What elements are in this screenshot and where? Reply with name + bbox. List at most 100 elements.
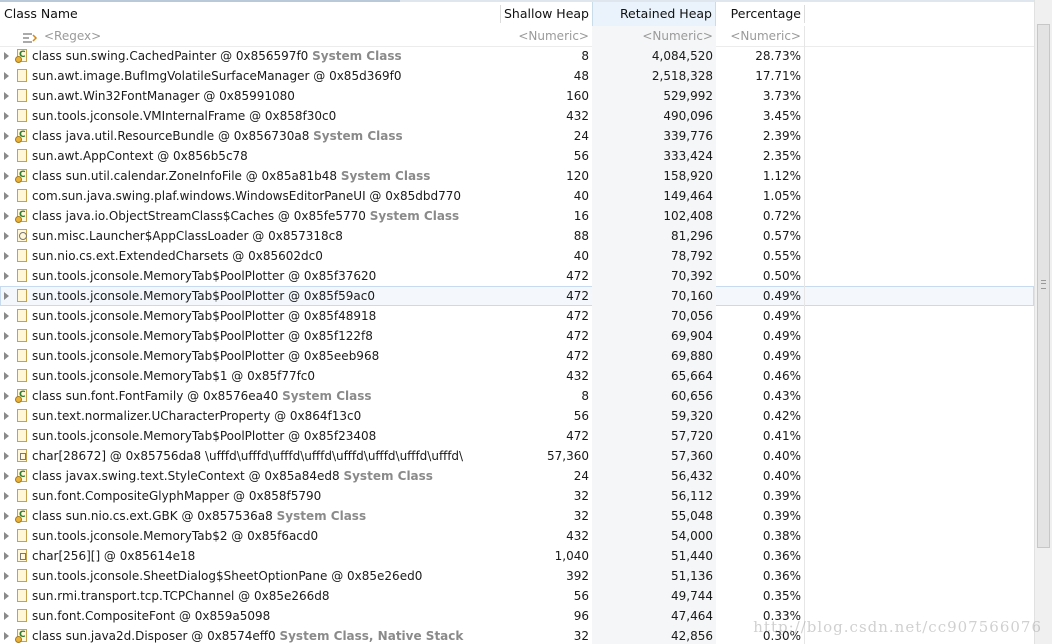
- expand-arrow-icon[interactable]: [4, 211, 9, 220]
- expand-arrow-icon[interactable]: [4, 531, 9, 540]
- filter-percentage-input[interactable]: <Numeric>: [716, 26, 804, 46]
- expand-arrow-icon[interactable]: [4, 471, 9, 480]
- table-header: Class Name Shallow Heap Retained Heap Pe…: [0, 2, 1034, 27]
- retained-heap-cell: 49,744: [592, 586, 716, 606]
- class-name-text: class sun.font.FontFamily @ 0x8576ea40: [32, 389, 279, 403]
- shallow-heap-cell: 472: [566, 329, 589, 343]
- retained-heap-cell: 78,792: [592, 246, 716, 266]
- table-row[interactable]: sun.tools.jconsole.MemoryTab$1 @ 0x85f77…: [0, 366, 1034, 386]
- shallow-heap-cell: 16: [573, 209, 589, 223]
- retained-heap-cell: 54,000: [592, 526, 716, 546]
- column-header-percentage[interactable]: Percentage: [716, 2, 804, 26]
- table-row[interactable]: sun.font.CompositeGlyphMapper @ 0x858f57…: [0, 486, 1034, 506]
- table-row[interactable]: class sun.util.calendar.ZoneInfoFile @ 0…: [0, 166, 1034, 186]
- shallow-heap-cell: 57,360: [547, 449, 589, 463]
- class-name-text: sun.tools.jconsole.MemoryTab$PoolPlotter…: [32, 349, 380, 363]
- class-name-cell: sun.awt.Win32FontManager @ 0x85991080: [0, 86, 500, 106]
- table-row[interactable]: sun.awt.image.BufImgVolatileSurfaceManag…: [0, 66, 1034, 86]
- class-name-cell: sun.misc.Launcher$AppClassLoader @ 0x857…: [0, 226, 500, 246]
- table-row[interactable]: class java.util.ResourceBundle @ 0x85673…: [0, 126, 1034, 146]
- object-icon: [17, 349, 27, 362]
- object-icon: [17, 529, 27, 542]
- class-name-cell: char[28672] @ 0x85756da8 \ufffd\ufffd\uf…: [0, 446, 500, 466]
- table-row[interactable]: class sun.font.FontFamily @ 0x8576ea40 S…: [0, 386, 1034, 406]
- object-icon: [17, 429, 27, 442]
- expand-arrow-icon[interactable]: [4, 291, 9, 300]
- expand-arrow-icon[interactable]: [4, 231, 9, 240]
- class-icon: [15, 629, 27, 643]
- expand-arrow-icon[interactable]: [4, 271, 9, 280]
- table-row[interactable]: sun.tools.jconsole.MemoryTab$PoolPlotter…: [0, 306, 1034, 326]
- class-name-text: class javax.swing.text.StyleContext @ 0x…: [32, 469, 340, 483]
- table-row[interactable]: sun.tools.jconsole.SheetDialog$SheetOpti…: [0, 566, 1034, 586]
- table-row[interactable]: sun.tools.jconsole.MemoryTab$PoolPlotter…: [0, 346, 1034, 366]
- class-icon: [15, 49, 27, 63]
- table-row[interactable]: class javax.swing.text.StyleContext @ 0x…: [0, 466, 1034, 486]
- table-row[interactable]: sun.nio.cs.ext.ExtendedCharsets @ 0x8560…: [0, 246, 1034, 266]
- filter-shallow-input[interactable]: <Numeric>: [500, 26, 592, 46]
- table-row[interactable]: sun.tools.jconsole.MemoryTab$2 @ 0x85f6a…: [0, 526, 1034, 546]
- filter-name-cell[interactable]: <Regex>: [0, 26, 500, 46]
- table-row[interactable]: char[28672] @ 0x85756da8 \ufffd\ufffd\uf…: [0, 446, 1034, 466]
- table-row[interactable]: class sun.nio.cs.ext.GBK @ 0x857536a8 Sy…: [0, 506, 1034, 526]
- retained-heap-cell: 4,084,520: [592, 46, 716, 66]
- percentage-cell: 0.36%: [762, 569, 801, 583]
- column-header-class-name[interactable]: Class Name: [0, 2, 500, 26]
- expand-arrow-icon[interactable]: [4, 51, 9, 60]
- expand-arrow-icon[interactable]: [4, 491, 9, 500]
- expand-arrow-icon[interactable]: [4, 191, 9, 200]
- expand-arrow-icon[interactable]: [4, 371, 9, 380]
- table-row[interactable]: sun.tools.jconsole.MemoryTab$PoolPlotter…: [0, 426, 1034, 446]
- table-row[interactable]: class sun.swing.CachedPainter @ 0x856597…: [0, 46, 1034, 66]
- expand-arrow-icon[interactable]: [4, 411, 9, 420]
- table-row[interactable]: sun.text.normalizer.UCharacterProperty @…: [0, 406, 1034, 426]
- table-row[interactable]: sun.awt.AppContext @ 0x856b5c78 56 333,424…: [0, 146, 1034, 166]
- table-row[interactable]: sun.rmi.transport.tcp.TCPChannel @ 0x85e…: [0, 586, 1034, 606]
- scrollbar-thumb[interactable]: [1037, 24, 1050, 548]
- system-class-tag: System Class: [343, 469, 433, 483]
- expand-arrow-icon[interactable]: [4, 611, 9, 620]
- table-row[interactable]: sun.awt.Win32FontManager @ 0x85991080 160…: [0, 86, 1034, 106]
- expand-arrow-icon[interactable]: [4, 591, 9, 600]
- system-class-tag: System Class: [313, 129, 403, 143]
- vertical-scrollbar[interactable]: [1034, 0, 1052, 644]
- filter-retained-input[interactable]: <Numeric>: [592, 26, 716, 46]
- expand-arrow-icon[interactable]: [4, 331, 9, 340]
- expand-arrow-icon[interactable]: [4, 351, 9, 360]
- expand-arrow-icon[interactable]: [4, 571, 9, 580]
- table-row[interactable]: sun.tools.jconsole.MemoryTab$PoolPlotter…: [0, 326, 1034, 346]
- table-row[interactable]: sun.tools.jconsole.MemoryTab$PoolPlotter…: [0, 286, 1034, 306]
- shallow-heap-cell: 392: [566, 569, 589, 583]
- table-row[interactable]: class java.io.ObjectStreamClass$Caches @…: [0, 206, 1034, 226]
- class-name-text: sun.misc.Launcher$AppClassLoader @ 0x857…: [32, 229, 343, 243]
- column-separator[interactable]: [804, 5, 805, 23]
- expand-arrow-icon[interactable]: [4, 391, 9, 400]
- table-row[interactable]: char[256][] @ 0x85614e18 1,040 51,440 0.36%: [0, 546, 1034, 566]
- expand-arrow-icon[interactable]: [4, 451, 9, 460]
- column-header-shallow-heap[interactable]: Shallow Heap: [500, 2, 592, 26]
- table-row[interactable]: sun.tools.jconsole.MemoryTab$PoolPlotter…: [0, 266, 1034, 286]
- expand-arrow-icon[interactable]: [4, 431, 9, 440]
- table-row[interactable]: sun.misc.Launcher$AppClassLoader @ 0x857…: [0, 226, 1034, 246]
- column-header-retained-heap[interactable]: Retained Heap: [592, 2, 716, 26]
- expand-arrow-icon[interactable]: [4, 171, 9, 180]
- retained-heap-cell: 70,392: [592, 266, 716, 286]
- expand-arrow-icon[interactable]: [4, 151, 9, 160]
- class-name-cell: char[256][] @ 0x85614e18: [0, 546, 500, 566]
- filter-name-input[interactable]: <Regex>: [44, 29, 101, 43]
- system-class-tag: System Class, Native Stack: [279, 629, 464, 643]
- expand-arrow-icon[interactable]: [4, 111, 9, 120]
- expand-arrow-icon[interactable]: [4, 311, 9, 320]
- filter-icon: [22, 30, 38, 43]
- expand-arrow-icon[interactable]: [4, 511, 9, 520]
- expand-arrow-icon[interactable]: [4, 551, 9, 560]
- expand-arrow-icon[interactable]: [4, 131, 9, 140]
- shallow-heap-cell: 432: [566, 529, 589, 543]
- table-row[interactable]: com.sun.java.swing.plaf.windows.WindowsE…: [0, 186, 1034, 206]
- expand-arrow-icon[interactable]: [4, 91, 9, 100]
- expand-arrow-icon[interactable]: [4, 251, 9, 260]
- table-row[interactable]: sun.tools.jconsole.VMInternalFrame @ 0x8…: [0, 106, 1034, 126]
- expand-arrow-icon[interactable]: [4, 71, 9, 80]
- percentage-cell: 0.49%: [762, 329, 801, 343]
- expand-arrow-icon[interactable]: [4, 631, 9, 640]
